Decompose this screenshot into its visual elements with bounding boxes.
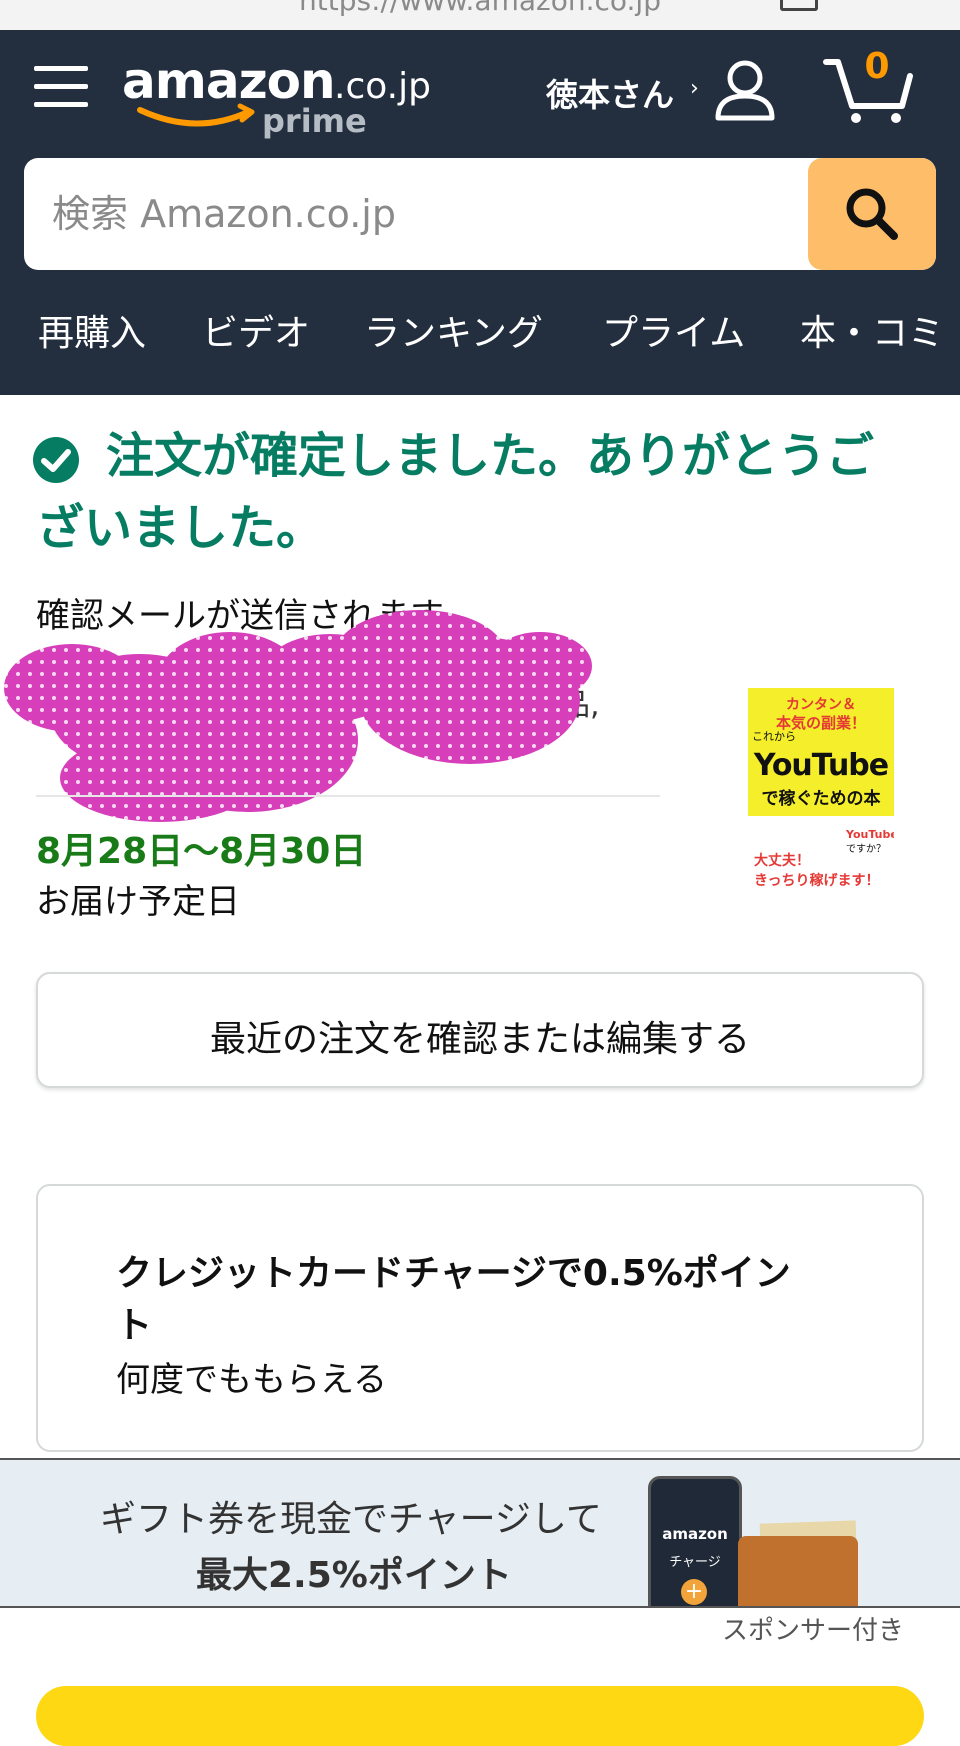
book-title: YouTube — [753, 748, 889, 783]
search-input[interactable] — [24, 158, 804, 270]
banner-line-2: 最大2.5%ポイント — [196, 1555, 512, 1596]
gift-card-banner-ad[interactable]: ギフト券を現金でチャージして 最大2.5%ポイント amazon チャージ + — [0, 1458, 960, 1608]
promo-subtitle: 何度でももらえる — [116, 1360, 387, 1400]
logo-smile-icon — [137, 103, 255, 127]
browser-url-bar[interactable]: https://www.amazon.co.jp — [0, 0, 960, 30]
product-thumbnail[interactable]: カンタン＆ 本気の副業！ これから YouTube で稼ぐための本 YouTub… — [748, 688, 894, 894]
hamburger-menu-icon[interactable] — [34, 62, 88, 112]
recent-orders-label: 最近の注文を確認または編集する — [209, 1019, 750, 1060]
redaction-overlay — [4, 610, 592, 822]
tabs-icon[interactable] — [780, 0, 818, 11]
cart-count-badge: 0 — [864, 46, 890, 87]
delivery-date: 8月28日〜8月30日 — [36, 831, 367, 872]
phone-charge-label: チャージ — [669, 1555, 721, 1570]
banner-line-1: ギフト券を現金でチャージして — [100, 1499, 602, 1540]
nav-prime[interactable]: プライム — [602, 304, 745, 356]
recent-orders-button[interactable]: 最近の注文を確認または編集する — [36, 972, 924, 1088]
wallet-illustration — [738, 1536, 858, 1606]
book-subtitle: で稼ぐための本 — [761, 789, 881, 809]
plus-icon: + — [681, 1579, 707, 1605]
search-bar — [24, 158, 936, 270]
nav-video[interactable]: ビデオ — [202, 304, 310, 356]
book-text-6: きっちり稼げます！ — [754, 873, 880, 889]
sponsored-label: スポンサー付き — [722, 1616, 905, 1646]
phone-illustration: amazon チャージ + — [648, 1476, 742, 1606]
amazon-logo[interactable]: amazon .co.jp prime — [122, 52, 442, 142]
book-text-5: 大丈夫！ — [754, 853, 810, 869]
nav-books[interactable]: 本・コミ — [800, 304, 944, 356]
book-badge-sub: ですか？ — [846, 844, 886, 855]
primary-action-button[interactable] — [36, 1686, 924, 1746]
logo-domain: .co.jp — [334, 66, 431, 107]
delivery-label: お届け予定日 — [36, 882, 240, 922]
book-text-small: これから — [752, 730, 796, 743]
promo-card[interactable]: クレジットカードチャージで0.5%ポイント 何度でももらえる — [36, 1184, 924, 1452]
divider — [36, 795, 660, 797]
logo-prime: prime — [262, 102, 367, 140]
nav-rebuy[interactable]: 再購入 — [38, 304, 146, 356]
user-account-icon[interactable] — [712, 56, 778, 122]
promo-title: クレジットカードチャージで0.5%ポイント — [116, 1253, 791, 1346]
search-icon — [846, 188, 898, 240]
nav-ranking[interactable]: ランキング — [364, 304, 543, 356]
nav-strip: 再購入 ビデオ ランキング プライム 本・コミ — [0, 300, 960, 362]
search-button[interactable] — [808, 158, 936, 270]
confirmation-title: 注文が確定しました。ありがとうございました。 — [36, 428, 875, 556]
book-text-1: カンタン＆ — [786, 697, 856, 713]
chevron-right-icon: › — [690, 76, 699, 101]
account-name[interactable]: 徳本さん — [546, 70, 674, 116]
phone-brand: amazon — [662, 1525, 728, 1543]
